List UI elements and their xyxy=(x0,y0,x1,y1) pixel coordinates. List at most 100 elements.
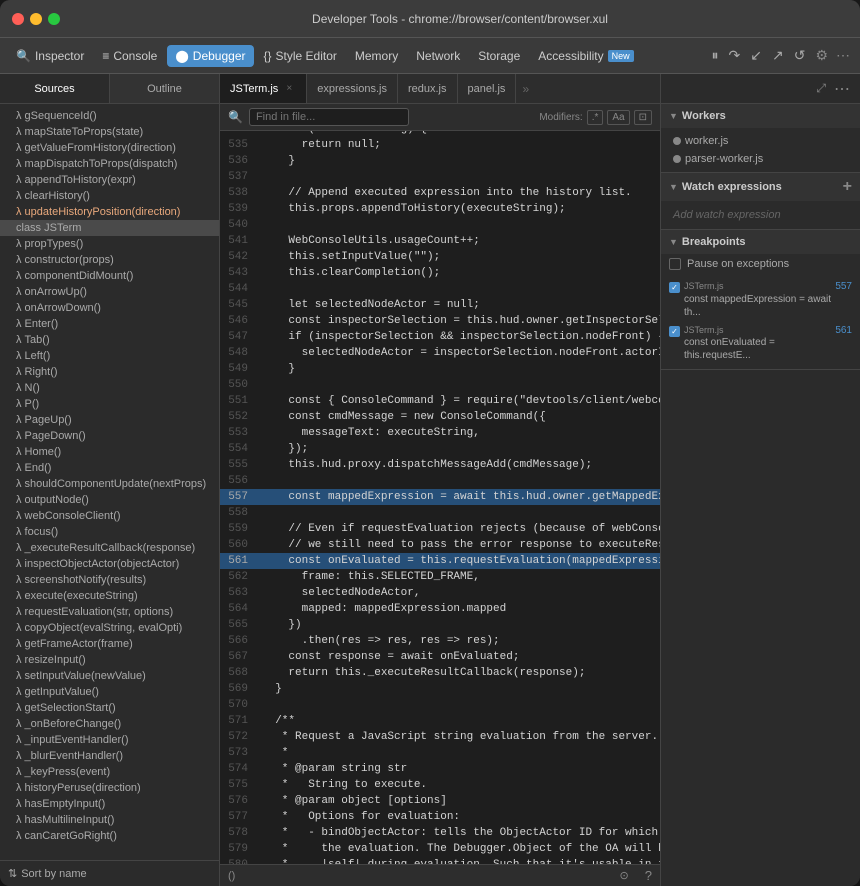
reload-button[interactable]: ↺ xyxy=(790,45,810,66)
line-content[interactable]: this.props.appendToHistory(executeString… xyxy=(258,201,660,217)
expand-icon[interactable]: ⤢ xyxy=(814,79,828,98)
search-input[interactable] xyxy=(249,108,409,126)
line-content[interactable]: .then(res => res, res => res); xyxy=(258,633,660,649)
outline-item-45[interactable]: λ canCaretGoRight() xyxy=(0,828,219,844)
line-content[interactable] xyxy=(258,505,660,521)
line-content[interactable]: const { ConsoleCommand } = require("devt… xyxy=(258,393,660,409)
case-modifier[interactable]: Aa xyxy=(607,110,629,125)
outline-item-4[interactable]: λ appendToHistory(expr) xyxy=(0,172,219,188)
inspector-tab[interactable]: 🔍 Inspector xyxy=(8,45,92,67)
line-content[interactable]: messageText: executeString, xyxy=(258,425,660,441)
worker-item-0[interactable]: worker.js xyxy=(669,132,852,150)
file-tab-2[interactable]: redux.js xyxy=(398,74,458,103)
outline-item-11[interactable]: λ onArrowUp() xyxy=(0,284,219,300)
line-content[interactable]: * - bindObjectActor: tells the ObjectAct… xyxy=(258,825,660,841)
outline-item-27[interactable]: λ _executeResultCallback(response) xyxy=(0,540,219,556)
watch-header[interactable]: ▼ Watch expressions + xyxy=(661,173,860,201)
line-content[interactable]: * xyxy=(258,745,660,761)
outline-item-30[interactable]: λ execute(executeString) xyxy=(0,588,219,604)
outline-item-10[interactable]: λ componentDidMount() xyxy=(0,268,219,284)
outline-item-22[interactable]: λ End() xyxy=(0,460,219,476)
line-content[interactable] xyxy=(258,281,660,297)
sources-tab[interactable]: Sources xyxy=(0,74,110,103)
outline-item-42[interactable]: λ historyPeruse(direction) xyxy=(0,780,219,796)
outline-item-43[interactable]: λ hasEmptyInput() xyxy=(0,796,219,812)
outline-item-21[interactable]: λ Home() xyxy=(0,444,219,460)
line-content[interactable]: * Options for evaluation: xyxy=(258,809,660,825)
bp-checkbox-1[interactable]: ✓ xyxy=(669,326,680,337)
close-tab-0[interactable]: × xyxy=(282,82,296,96)
line-content[interactable] xyxy=(258,377,660,393)
pause-checkbox[interactable] xyxy=(669,258,681,270)
outline-item-0[interactable]: λ gSequenceId() xyxy=(0,108,219,124)
line-content[interactable]: const inspectorSelection = this.hud.owne… xyxy=(258,313,660,329)
outline-item-14[interactable]: λ Tab() xyxy=(0,332,219,348)
code-editor[interactable]: 517 screenNotify(results) {518 const wra… xyxy=(220,131,660,864)
outline-item-13[interactable]: λ Enter() xyxy=(0,316,219,332)
workers-header[interactable]: ▼ Workers xyxy=(661,104,860,128)
line-content[interactable]: * @param object [options] xyxy=(258,793,660,809)
step-out-button[interactable]: ↗ xyxy=(768,45,788,66)
outline-item-17[interactable]: λ N() xyxy=(0,380,219,396)
outline-item-1[interactable]: λ mapStateToProps(state) xyxy=(0,124,219,140)
outline-item-26[interactable]: λ focus() xyxy=(0,524,219,540)
regex-modifier[interactable]: .* xyxy=(587,110,604,125)
line-content[interactable] xyxy=(258,169,660,185)
line-content[interactable]: selectedNodeActor = inspectorSelection.n… xyxy=(258,345,660,361)
line-content[interactable]: * |self| during evaluation. Such that it… xyxy=(258,857,660,864)
line-content[interactable]: } xyxy=(258,681,660,697)
line-content[interactable]: mapped: mappedExpression.mapped xyxy=(258,601,660,617)
maximize-button[interactable] xyxy=(48,13,60,25)
line-content[interactable]: this.setInputValue(""); xyxy=(258,249,660,265)
file-tab-0[interactable]: JSTerm.js× xyxy=(220,74,307,103)
outline-item-28[interactable]: λ inspectObjectActor(objectActor) xyxy=(0,556,219,572)
outline-item-40[interactable]: λ _blurEventHandler() xyxy=(0,748,219,764)
outline-item-2[interactable]: λ getValueFromHistory(direction) xyxy=(0,140,219,156)
line-content[interactable]: return null; xyxy=(258,137,660,153)
line-content[interactable]: * @param string str xyxy=(258,761,660,777)
outline-item-25[interactable]: λ webConsoleClient() xyxy=(0,508,219,524)
outline-item-18[interactable]: λ P() xyxy=(0,396,219,412)
breakpoint-item-1[interactable]: ✓JSTerm.jsconst onEvaluated = this.reque… xyxy=(665,322,856,366)
line-content[interactable]: this.hud.proxy.dispatchMessageAdd(cmdMes… xyxy=(258,457,660,473)
line-content[interactable] xyxy=(258,473,660,489)
outline-item-29[interactable]: λ screenshotNotify(results) xyxy=(0,572,219,588)
line-content[interactable]: * Request a JavaScript string evaluation… xyxy=(258,729,660,745)
outline-item-8[interactable]: λ propTypes() xyxy=(0,236,219,252)
pretty-print-icon[interactable]: ⊙ xyxy=(620,869,629,882)
debugger-tab[interactable]: ⬤ Debugger xyxy=(167,45,253,67)
accessibility-tab[interactable]: Accessibility New xyxy=(530,45,641,67)
network-tab[interactable]: Network xyxy=(408,45,468,67)
outline-item-23[interactable]: λ shouldComponentUpdate(nextProps) xyxy=(0,476,219,492)
outline-item-12[interactable]: λ onArrowDown() xyxy=(0,300,219,316)
line-content[interactable]: selectedNodeActor, xyxy=(258,585,660,601)
outline-item-20[interactable]: λ PageDown() xyxy=(0,428,219,444)
outline-item-39[interactable]: λ _inputEventHandler() xyxy=(0,732,219,748)
outline-item-44[interactable]: λ hasMultilineInput() xyxy=(0,812,219,828)
watch-placeholder[interactable]: Add watch expression xyxy=(669,205,852,225)
outline-item-32[interactable]: λ copyObject(evalString, evalOpti) xyxy=(0,620,219,636)
storage-tab[interactable]: Storage xyxy=(470,45,528,67)
outline-item-41[interactable]: λ _keyPress(event) xyxy=(0,764,219,780)
help-icon[interactable]: ? xyxy=(645,868,652,883)
minimize-button[interactable] xyxy=(30,13,42,25)
line-content[interactable]: const mappedExpression = await this.hud.… xyxy=(258,489,660,505)
outline-item-19[interactable]: λ PageUp() xyxy=(0,412,219,428)
outline-item-31[interactable]: λ requestEvaluation(str, options) xyxy=(0,604,219,620)
outline-item-33[interactable]: λ getFrameActor(frame) xyxy=(0,636,219,652)
outline-item-5[interactable]: λ clearHistory() xyxy=(0,188,219,204)
outline-item-7[interactable]: class JSTerm xyxy=(0,220,219,236)
bp-checkbox-0[interactable]: ✓ xyxy=(669,282,680,293)
line-content[interactable]: }) xyxy=(258,617,660,633)
breakpoints-header[interactable]: ▼ Breakpoints xyxy=(661,230,860,254)
line-content[interactable]: * String to execute. xyxy=(258,777,660,793)
outline-item-6[interactable]: λ updateHistoryPosition(direction) xyxy=(0,204,219,220)
file-tab-3[interactable]: panel.js xyxy=(458,74,517,103)
step-over-button[interactable]: ↷ xyxy=(725,45,745,66)
line-content[interactable]: // Append executed expression into the h… xyxy=(258,185,660,201)
overflow-menu[interactable]: ⋯ xyxy=(834,45,852,66)
line-content[interactable] xyxy=(258,697,660,713)
settings-icon[interactable]: ⚙ xyxy=(813,45,830,66)
memory-tab[interactable]: Memory xyxy=(347,45,406,67)
line-content[interactable]: WebConsoleUtils.usageCount++; xyxy=(258,233,660,249)
